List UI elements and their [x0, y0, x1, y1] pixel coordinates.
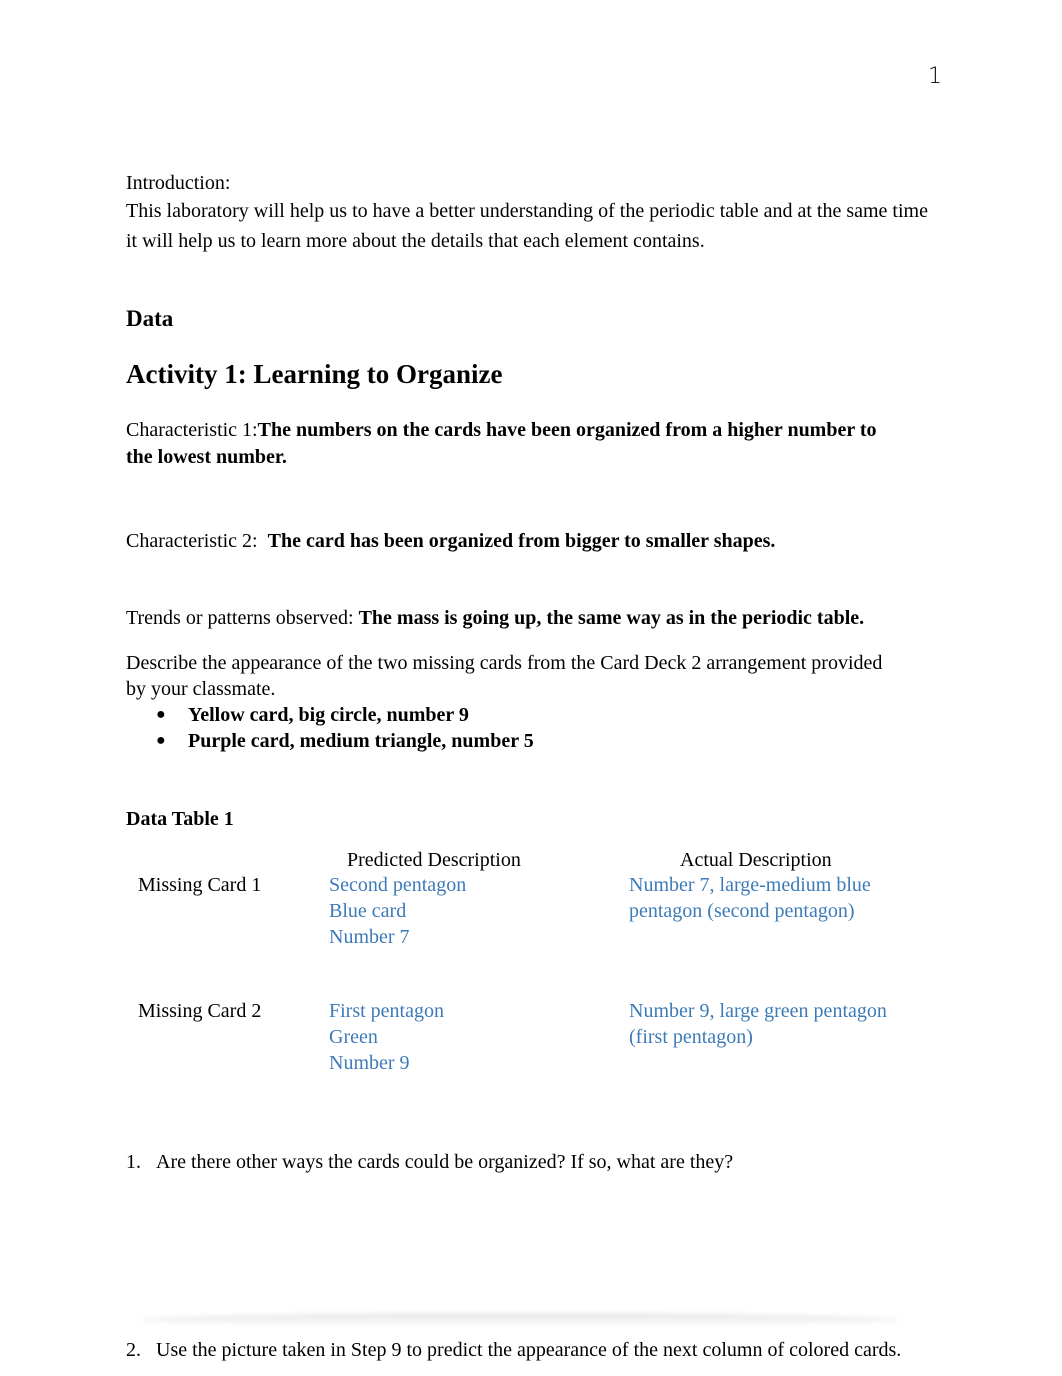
page-number: 1 — [928, 64, 942, 89]
characteristic-1-answer: The numbers on the cards have been organ… — [257, 419, 877, 441]
predicted-line: Blue card — [329, 900, 407, 922]
predicted-line: Green — [329, 1026, 378, 1048]
list-item: ● Yellow card, big circle, number 9 — [156, 702, 534, 728]
predicted-line: Number 7 — [329, 926, 410, 948]
characteristic-2: Characteristic 2: The card has been orga… — [126, 528, 775, 554]
row-label: Missing Card 2 — [138, 1000, 262, 1022]
bullet-icon: ● — [156, 706, 166, 723]
actual-cell: Number 7, large-medium blue pentagon (se… — [629, 872, 871, 924]
table-header-predicted: Predicted Description — [347, 849, 521, 871]
predicted-cell: Second pentagon Blue card Number 7 — [329, 872, 466, 950]
data-heading: Data — [126, 306, 174, 331]
describe-prompt-cont: by your classmate. — [126, 678, 276, 700]
characteristic-2-label: Characteristic 2: — [126, 530, 268, 552]
list-item-text: Purple card, medium triangle, number 5 — [188, 729, 534, 752]
introduction-text: This laboratory will help us to have a b… — [126, 200, 928, 252]
list-item-text: Yellow card, big circle, number 9 — [188, 703, 469, 726]
question-number: 2. — [126, 1339, 141, 1361]
characteristic-2-answer: The card has been organized from bigger … — [267, 530, 776, 552]
predicted-line: First pentagon — [329, 1000, 444, 1022]
trends: Trends or patterns observed: The mass is… — [126, 605, 864, 631]
predicted-cell: First pentagon Green Number 9 — [329, 998, 444, 1076]
question-2: 2. Use the picture taken in Step 9 to pr… — [126, 1337, 901, 1363]
trends-label: Trends or patterns observed: — [126, 607, 359, 629]
question-text: Use the picture taken in Step 9 to predi… — [156, 1339, 902, 1361]
actual-cell: Number 9, large green pentagon (first pe… — [629, 998, 887, 1050]
table-header-actual: Actual Description — [680, 849, 832, 871]
data-table-title: Data Table 1 — [126, 808, 234, 830]
page-break-shadow — [140, 1313, 900, 1327]
trends-answer: The mass is going up, the same way as in… — [358, 607, 865, 629]
question-text: Are there other ways the cards could be … — [156, 1151, 734, 1173]
actual-line: Number 7, large-medium blue — [629, 874, 871, 896]
actual-line: pentagon (second pentagon) — [629, 900, 855, 922]
missing-cards-list: ● Yellow card, big circle, number 9 ● Pu… — [156, 702, 534, 754]
characteristic-1-label: Characteristic 1: — [126, 419, 258, 441]
question-1: 1. Are there other ways the cards could … — [126, 1149, 733, 1175]
actual-line: Number 9, large green pentagon — [629, 1000, 887, 1022]
predicted-line: Second pentagon — [329, 874, 467, 896]
question-number: 1. — [126, 1151, 141, 1173]
describe-prompt: Describe the appearance of the two missi… — [126, 652, 883, 674]
predicted-line: Number 9 — [329, 1052, 410, 1074]
row-label: Missing Card 1 — [138, 874, 262, 896]
characteristic-1-answer-cont: the lowest number. — [126, 446, 287, 468]
introduction-label: Introduction: — [126, 172, 231, 194]
characteristic-1: Characteristic 1:The numbers on the card… — [126, 417, 877, 443]
list-item: ● Purple card, medium triangle, number 5 — [156, 728, 534, 754]
actual-line: (first pentagon) — [629, 1026, 753, 1048]
activity-heading: Activity 1: Learning to Organize — [126, 359, 503, 389]
bullet-icon: ● — [156, 732, 166, 749]
